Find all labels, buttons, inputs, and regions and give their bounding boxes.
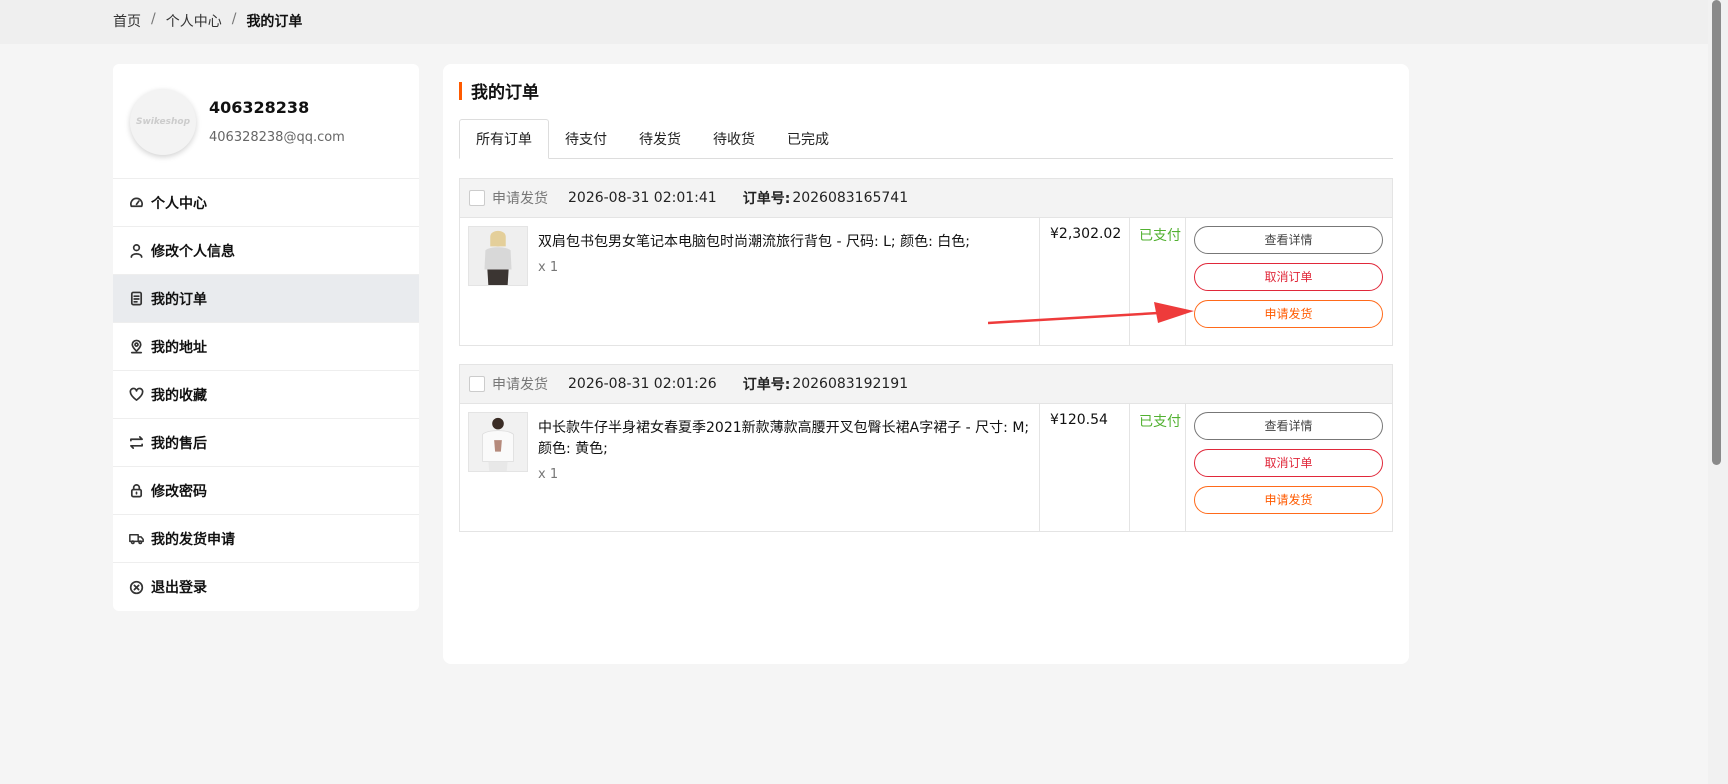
page-title-text: 我的订单 [471,83,539,103]
sidebar-item-edit-profile[interactable]: 修改个人信息 [113,227,419,275]
sidebar-item-my-favorites[interactable]: 我的收藏 [113,371,419,419]
order-number-label: 订单号: [742,191,791,207]
apply-shipping-checkbox[interactable] [469,376,485,392]
breadcrumb-bar: 首页 / 个人中心 / 我的订单 [0,0,1708,44]
product-thumbnail[interactable] [468,226,528,286]
product-quantity: x 1 [538,467,559,482]
avatar-logo-text: Swikeshop [135,117,191,127]
sidebar-item-shipping-requests[interactable]: 我的发货申请 [113,515,419,563]
sidebar-item-label: 个人中心 [151,195,207,212]
product-name[interactable]: 中长款牛仔半身裙女春夏季2021新款薄款高腰开叉包臀长裙A字裙子 - 尺寸: M… [538,418,1031,460]
order-number: 2026083165741 [792,190,909,206]
profile-username: 406328238 [209,98,310,117]
sidebar-item-label: 修改密码 [151,483,207,500]
breadcrumb-separator: / [231,11,237,27]
profile-card: Swikeshop 406328238 406328238@qq.com [113,64,419,179]
orders-panel: 我的订单 所有订单 待支付 待发货 待收货 已完成 申请发货 2026-08-3… [443,64,1409,664]
order-product: 双肩包书包男女笔记本电脑包时尚潮流旅行背包 - 尺码: L; 颜色: 白色; x… [460,218,1040,345]
view-details-button[interactable]: 查看详情 [1194,412,1383,440]
sidebar-item-change-password[interactable]: 修改密码 [113,467,419,515]
order-price: ¥120.54 [1040,404,1130,531]
apply-shipping-label: 申请发货 [492,191,548,207]
heart-icon [127,386,145,404]
apply-shipping-label: 申请发货 [492,377,548,393]
sidebar-item-my-orders[interactable]: 我的订单 [113,275,419,323]
order-product: 中长款牛仔半身裙女春夏季2021新款薄款高腰开叉包臀长裙A字裙子 - 尺寸: M… [460,404,1040,531]
sidebar-item-personal-center[interactable]: 个人中心 [113,179,419,227]
avatar: Swikeshop [130,89,196,155]
order-header: 申请发货 2026-08-31 02:01:41 订单号: 2026083165… [460,179,1392,218]
breadcrumb-home[interactable]: 首页 [113,11,141,31]
location-pin-icon [127,338,145,356]
sidebar-item-after-sales[interactable]: 我的售后 [113,419,419,467]
tab-pending-payment[interactable]: 待支付 [549,119,623,159]
tab-all-orders[interactable]: 所有订单 [459,119,549,159]
sidebar-item-label: 我的地址 [151,339,207,356]
close-circle-icon [127,578,145,596]
order-header: 申请发货 2026-08-31 02:01:26 订单号: 2026083192… [460,365,1392,404]
view-details-button[interactable]: 查看详情 [1194,226,1383,254]
tab-completed[interactable]: 已完成 [771,119,845,159]
truck-icon [127,530,145,548]
tab-pending-shipment[interactable]: 待发货 [623,119,697,159]
lock-icon [127,482,145,500]
scrollbar-thumb[interactable] [1712,0,1721,465]
profile-email: 406328238@qq.com [209,130,345,145]
product-quantity: x 1 [538,260,559,275]
page-title: 我的订单 [459,78,539,103]
breadcrumb: 首页 / 个人中心 / 我的订单 [113,11,302,31]
user-icon [127,242,145,260]
document-icon [127,290,145,308]
product-thumbnail[interactable] [468,412,528,472]
order-number-label: 订单号: [742,377,791,393]
title-accent-bar [459,81,462,100]
sidebar-item-label: 退出登录 [151,580,207,596]
order-actions: 查看详情 取消订单 申请发货 [1186,218,1392,345]
page-scrollbar[interactable] [1708,0,1728,784]
cancel-order-button[interactable]: 取消订单 [1194,449,1383,477]
sidebar-item-label: 修改个人信息 [151,243,235,260]
sidebar: Swikeshop 406328238 406328238@qq.com 个人中… [113,64,419,611]
dashboard-icon [127,194,145,212]
exchange-icon [127,434,145,452]
product-name[interactable]: 双肩包书包男女笔记本电脑包时尚潮流旅行背包 - 尺码: L; 颜色: 白色; [538,232,970,253]
sidebar-item-label: 我的收藏 [151,387,207,404]
breadcrumb-separator: / [151,11,156,27]
order-card: 申请发货 2026-08-31 02:01:26 订单号: 2026083192… [459,364,1393,532]
order-card: 申请发货 2026-08-31 02:01:41 订单号: 2026083165… [459,178,1393,346]
order-number: 2026083192191 [792,376,909,392]
tab-pending-receipt[interactable]: 待收货 [697,119,771,159]
order-date: 2026-08-31 02:01:41 [568,190,717,206]
order-status: 已支付 [1130,404,1186,531]
apply-shipping-button[interactable]: 申请发货 [1194,486,1383,514]
sidebar-item-my-address[interactable]: 我的地址 [113,323,419,371]
breadcrumb-personal-center[interactable]: 个人中心 [166,11,222,31]
order-date: 2026-08-31 02:01:26 [568,376,717,392]
cancel-order-button[interactable]: 取消订单 [1194,263,1383,291]
sidebar-item-logout[interactable]: 退出登录 [113,563,419,611]
sidebar-item-label: 我的发货申请 [151,531,235,548]
sidebar-item-label: 我的售后 [151,435,207,452]
apply-shipping-button[interactable]: 申请发货 [1194,300,1383,328]
apply-shipping-checkbox[interactable] [469,190,485,206]
annotation-arrow [988,302,1194,325]
order-actions: 查看详情 取消订单 申请发货 [1186,404,1392,531]
sidebar-item-label: 我的订单 [151,291,207,308]
breadcrumb-current: 我的订单 [246,14,303,30]
